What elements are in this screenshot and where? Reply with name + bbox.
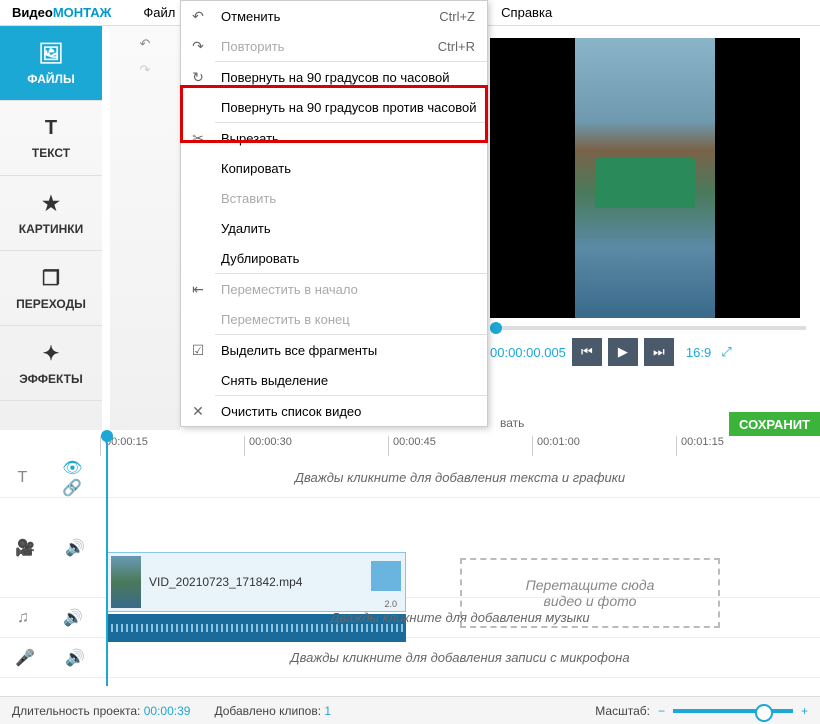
- menu-item-icon: ↶: [181, 8, 215, 25]
- play-button[interactable]: ▶: [608, 338, 638, 366]
- next-button[interactable]: ⏭: [644, 338, 674, 366]
- menu-item[interactable]: Повернуть на 90 градусов против часовой: [181, 92, 487, 122]
- duration-label: Длительность проекта:: [12, 704, 140, 718]
- redo-icon[interactable]: ↷: [140, 62, 151, 78]
- переходы-icon: ❐: [42, 266, 60, 291]
- mic-track[interactable]: 🎤 🔊 Дважды кликните для добавления запис…: [0, 638, 820, 678]
- music-track-hint: Дважды кликните для добавления музыки: [100, 610, 820, 625]
- sidebar-переходы[interactable]: ❐ПЕРЕХОДЫ: [0, 251, 102, 326]
- menu-item-icon: ⇤: [181, 281, 215, 298]
- timeline-playhead[interactable]: [106, 436, 108, 686]
- clips-value: 1: [324, 704, 331, 718]
- zoom-slider[interactable]: [673, 709, 793, 713]
- sidebar: 🖼ФАЙЛЫTТЕКСТ★КАРТИНКИ❐ПЕРЕХОДЫ✦ЭФФЕКТЫ: [0, 26, 102, 430]
- menu-item: Переместить в конец: [181, 304, 487, 334]
- zoom-in-icon[interactable]: +: [801, 704, 808, 718]
- menu-item[interactable]: ↻Повернуть на 90 градусов по часовой: [181, 62, 487, 92]
- текст-icon: T: [45, 117, 57, 140]
- speaker-icon[interactable]: 🔊: [65, 538, 85, 558]
- menu-item[interactable]: Удалить: [181, 213, 487, 243]
- menu-item: Вставить: [181, 183, 487, 213]
- menu-item-icon: ✂: [181, 130, 215, 147]
- mic-track-icon: 🎤: [15, 648, 35, 668]
- speaker-icon[interactable]: 🔊: [63, 608, 83, 628]
- sidebar-текст[interactable]: TТЕКСТ: [0, 101, 102, 176]
- menu-item[interactable]: ↶ОтменитьCtrl+Z: [181, 1, 487, 31]
- menu-item: ⇤Переместить в начало: [181, 274, 487, 304]
- mic-track-hint: Дважды кликните для добавления записи с …: [100, 650, 820, 665]
- menu-item-icon: ✕: [181, 403, 215, 420]
- menu-item: ↷ПовторитьCtrl+R: [181, 31, 487, 61]
- ruler-tick: 00:01:15: [676, 436, 820, 456]
- text-track-icon: T: [17, 469, 27, 487]
- menu-item[interactable]: Копировать: [181, 153, 487, 183]
- save-button[interactable]: СОХРАНИТ: [729, 412, 820, 436]
- menu-файл[interactable]: Файл: [131, 1, 187, 24]
- undo-icon[interactable]: ↶: [140, 36, 151, 52]
- playback-slider[interactable]: [490, 326, 806, 330]
- clip-thumbnail: [111, 556, 141, 608]
- prev-button[interactable]: ⏮: [572, 338, 602, 366]
- эффекты-icon: ✦: [43, 341, 60, 366]
- файлы-icon: 🖼: [38, 41, 63, 66]
- clip-filename: VID_20210723_171842.mp4: [149, 575, 302, 589]
- aspect-ratio[interactable]: 16:9: [686, 345, 711, 360]
- cut-partial-label: вать: [500, 416, 524, 430]
- ruler-tick: 00:00:15: [100, 436, 244, 456]
- sidebar-картинки[interactable]: ★КАРТИНКИ: [0, 176, 102, 251]
- zoom-out-icon[interactable]: −: [658, 704, 665, 718]
- menu-item[interactable]: ✕Очистить список видео: [181, 396, 487, 426]
- video-track-icon: 🎥: [15, 538, 35, 558]
- menu-item[interactable]: Снять выделение: [181, 365, 487, 395]
- ruler-tick: 00:00:45: [388, 436, 532, 456]
- video-track[interactable]: 🎥 🔊 VID_20210723_171842.mp4 2.0 Перетащи…: [0, 498, 820, 598]
- timecode: 00:00:00.005: [490, 345, 566, 360]
- menu-item[interactable]: Дублировать: [181, 243, 487, 273]
- menu-item-icon: ☑: [181, 342, 215, 359]
- duration-value: 00:00:39: [144, 704, 191, 718]
- menu-item-icon: ↷: [181, 38, 215, 55]
- undo-redo-col: ↶ ↷: [110, 26, 180, 430]
- clips-label: Добавлено клипов:: [214, 704, 321, 718]
- text-track-hint: Дважды кликните для добавления текста и …: [100, 470, 820, 485]
- sidebar-файлы[interactable]: 🖼ФАЙЛЫ: [0, 26, 102, 101]
- transition-icon[interactable]: [371, 561, 401, 591]
- video-preview: [490, 38, 800, 318]
- app-title: ВидеоМОНТАЖ: [12, 5, 111, 20]
- transition-duration: 2.0: [384, 599, 397, 609]
- menu-справка[interactable]: Справка: [489, 1, 564, 24]
- timeline-ruler[interactable]: 00:00:1500:00:3000:00:4500:01:0000:01:15: [100, 436, 820, 456]
- ruler-tick: 00:00:30: [244, 436, 388, 456]
- картинки-icon: ★: [42, 191, 60, 216]
- ruler-tick: 00:01:00: [532, 436, 676, 456]
- speaker-icon[interactable]: 🔊: [65, 648, 85, 668]
- zoom-label: Масштаб:: [595, 704, 650, 718]
- statusbar: Длительность проекта: 00:00:39 Добавлено…: [0, 696, 820, 724]
- sidebar-эффекты[interactable]: ✦ЭФФЕКТЫ: [0, 326, 102, 401]
- eye-icon[interactable]: 👁🔗: [62, 458, 82, 498]
- music-track-icon: ♫: [17, 609, 29, 627]
- edit-dropdown: ↶ОтменитьCtrl+Z↷ПовторитьCtrl+R↻Повернут…: [180, 0, 488, 427]
- menu-item[interactable]: ☑Выделить все фрагменты: [181, 335, 487, 365]
- menu-item-icon: ↻: [181, 69, 215, 86]
- menu-item[interactable]: ✂Вырезать: [181, 123, 487, 153]
- video-clip[interactable]: VID_20210723_171842.mp4 2.0: [106, 552, 406, 612]
- preview-thumbnail: [575, 38, 715, 318]
- expand-icon[interactable]: ⤢: [721, 344, 731, 360]
- text-track[interactable]: T 👁🔗 Дважды кликните для добавления текс…: [0, 458, 820, 498]
